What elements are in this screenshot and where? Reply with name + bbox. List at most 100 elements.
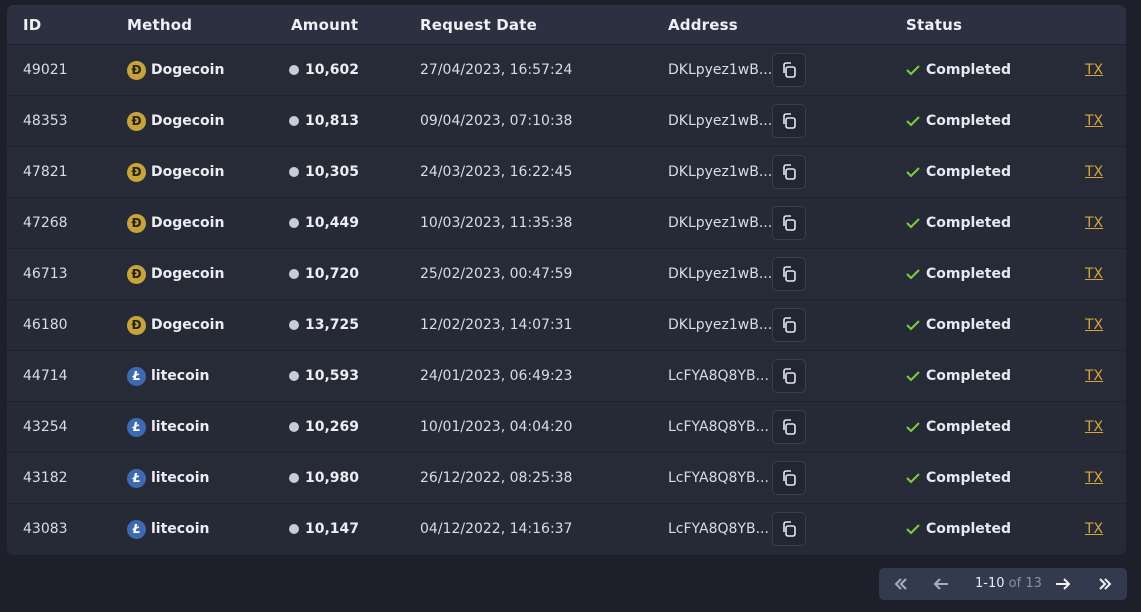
copy-address-button[interactable] (772, 359, 806, 393)
copy-icon (783, 62, 796, 78)
page-total: of 13 (1008, 576, 1042, 591)
table-row: 44714 Łlitecoin 10,593 24/01/2023, 06:49… (7, 351, 1126, 402)
pagination: 1-10 of 13 (879, 568, 1127, 600)
tx-link[interactable]: TX (1085, 266, 1103, 282)
copy-address-button[interactable] (772, 308, 806, 342)
cell-id: 47821 (23, 164, 68, 180)
table-row: 43182 Łlitecoin 10,980 26/12/2022, 08:25… (7, 453, 1126, 504)
tx-link[interactable]: TX (1085, 62, 1103, 78)
cell-amount: 13,725 (289, 300, 359, 350)
status-badge: Completed (926, 164, 1012, 180)
cell-id: 44714 (23, 368, 68, 384)
double-chevron-left-icon (894, 578, 907, 590)
arrow-left-icon (933, 578, 948, 590)
status-badge: Completed (926, 470, 1012, 486)
cell-request-date: 09/04/2023, 07:10:38 (420, 113, 573, 129)
check-icon (906, 64, 920, 76)
copy-icon (783, 215, 796, 231)
check-icon (906, 268, 920, 280)
cell-address: LcFYA8Q8YB... (668, 368, 769, 384)
check-icon (906, 421, 920, 433)
amount-value: 10,593 (305, 368, 360, 384)
cell-status: Completed (906, 402, 1011, 452)
cell-request-date: 10/01/2023, 04:04:20 (420, 419, 573, 435)
copy-address-button[interactable] (772, 257, 806, 291)
cell-copy (772, 96, 806, 146)
copy-address-button[interactable] (772, 410, 806, 444)
check-icon (906, 319, 920, 331)
copy-address-button[interactable] (772, 155, 806, 189)
tx-link[interactable]: TX (1085, 419, 1103, 435)
cell-copy (772, 198, 806, 248)
cell-copy (772, 45, 806, 95)
amount-value: 10,269 (305, 419, 360, 435)
status-badge: Completed (926, 368, 1012, 384)
amount-value: 10,449 (305, 215, 360, 231)
cell-copy (772, 147, 806, 197)
cell-address: LcFYA8Q8YB... (668, 470, 769, 486)
coin-dot-icon (289, 524, 299, 534)
cell-method: Łlitecoin (127, 402, 209, 452)
tx-link[interactable]: TX (1085, 215, 1103, 231)
dogecoin-icon: Ð (127, 60, 146, 80)
status-badge: Completed (926, 266, 1012, 282)
arrow-right-icon (1056, 578, 1071, 590)
withdrawals-table: ID Method Amount Request Date Address St… (7, 5, 1126, 555)
tx-link[interactable]: TX (1085, 164, 1103, 180)
tx-link[interactable]: TX (1085, 317, 1103, 333)
copy-icon (783, 113, 796, 129)
cell-id: 46713 (23, 266, 68, 282)
cell-id: 46180 (23, 317, 68, 333)
method-label: Dogecoin (151, 266, 225, 282)
tx-link[interactable]: TX (1085, 368, 1103, 384)
status-badge: Completed (926, 62, 1012, 78)
method-label: Dogecoin (151, 317, 225, 333)
copy-icon (783, 521, 796, 537)
cell-copy (772, 402, 806, 452)
cell-request-date: 27/04/2023, 16:57:24 (420, 62, 573, 78)
copy-icon (783, 317, 796, 333)
cell-id: 43182 (23, 470, 68, 486)
header-id: ID (23, 16, 42, 34)
cell-address: DKLpyez1wB... (668, 215, 773, 231)
cell-request-date: 24/03/2023, 16:22:45 (420, 164, 573, 180)
first-page-button[interactable] (887, 568, 915, 600)
tx-link[interactable]: TX (1085, 113, 1103, 129)
copy-address-button[interactable] (772, 206, 806, 240)
check-icon (906, 217, 920, 229)
coin-dot-icon (289, 371, 299, 381)
header-status: Status (906, 16, 963, 34)
cell-tx: TX (1085, 249, 1103, 299)
coin-dot-icon (289, 473, 299, 483)
cell-method: Łlitecoin (127, 351, 209, 401)
tx-link[interactable]: TX (1085, 470, 1103, 486)
copy-address-button[interactable] (772, 104, 806, 138)
dogecoin-icon: Ð (127, 264, 146, 284)
cell-address: LcFYA8Q8YB... (668, 521, 769, 537)
check-icon (906, 166, 920, 178)
copy-address-button[interactable] (772, 512, 806, 546)
cell-tx: TX (1085, 453, 1103, 503)
amount-value: 10,305 (305, 164, 360, 180)
copy-address-button[interactable] (772, 461, 806, 495)
coin-dot-icon (289, 65, 299, 75)
cell-address: DKLpyez1wB... (668, 164, 773, 180)
cell-amount: 10,269 (289, 402, 359, 452)
amount-value: 10,720 (305, 266, 360, 282)
prev-page-button[interactable] (927, 568, 955, 600)
copy-address-button[interactable] (772, 53, 806, 87)
header-request-date: Request Date (420, 16, 537, 34)
header-address: Address (668, 16, 738, 34)
status-badge: Completed (926, 521, 1012, 537)
method-label: litecoin (151, 368, 210, 384)
cell-method: Łlitecoin (127, 453, 209, 503)
tx-link[interactable]: TX (1085, 521, 1103, 537)
amount-value: 10,147 (305, 521, 360, 537)
next-page-button[interactable] (1049, 568, 1077, 600)
cell-tx: TX (1085, 504, 1103, 554)
last-page-button[interactable] (1091, 568, 1119, 600)
dogecoin-icon: Ð (127, 213, 146, 233)
coin-dot-icon (289, 116, 299, 126)
cell-status: Completed (906, 147, 1011, 197)
cell-request-date: 04/12/2022, 14:16:37 (420, 521, 573, 537)
